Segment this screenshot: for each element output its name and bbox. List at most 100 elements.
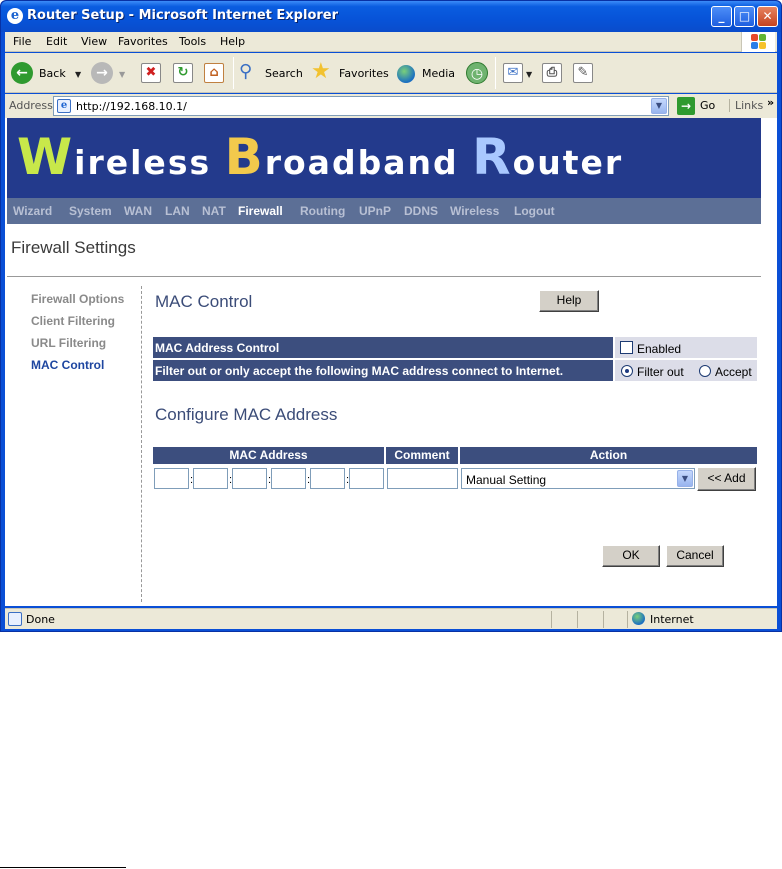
- page-done-icon: [8, 612, 22, 626]
- cancel-button[interactable]: Cancel: [666, 545, 724, 567]
- links-label[interactable]: Links: [729, 99, 763, 112]
- nav-routing[interactable]: Routing: [300, 204, 345, 218]
- stop-icon[interactable]: ✖: [141, 63, 161, 83]
- minimize-button[interactable]: _: [711, 6, 732, 27]
- status-bar: Done Internet: [5, 608, 777, 629]
- mail-icon[interactable]: ✉: [503, 63, 523, 83]
- back-label: Back: [39, 67, 66, 80]
- toolbar-separator: [233, 57, 234, 89]
- links-chevron-icon[interactable]: »: [767, 96, 774, 109]
- close-button[interactable]: ✕: [757, 6, 778, 27]
- go-button[interactable]: → Go: [677, 97, 727, 115]
- sidebar-item-firewall-options[interactable]: Firewall Options: [31, 292, 124, 306]
- menu-bar: File Edit View Favorites Tools Help: [5, 32, 777, 52]
- nav-firewall[interactable]: Firewall: [238, 204, 283, 218]
- print-icon[interactable]: ⎙: [542, 63, 562, 83]
- ie-icon: e: [7, 8, 23, 24]
- ok-button[interactable]: OK: [602, 545, 660, 567]
- nav-wizard[interactable]: Wizard: [13, 204, 52, 218]
- mac-octet-1-input[interactable]: [154, 468, 189, 489]
- media-button[interactable]: Media: [397, 61, 455, 85]
- action-select[interactable]: Manual Setting ▼: [461, 468, 695, 489]
- address-input[interactable]: e http://192.168.10.1/ ▼: [53, 96, 669, 116]
- menu-tools[interactable]: Tools: [179, 35, 206, 48]
- router-logo-text: Wireless Broadband Router: [17, 132, 623, 182]
- internet-zone-icon: [632, 612, 645, 625]
- banner-word-3: Router: [472, 128, 624, 186]
- address-label: Address: [9, 99, 53, 112]
- configure-mac-title: Configure MAC Address: [155, 405, 338, 424]
- mail-dropdown-icon[interactable]: ▼: [526, 70, 532, 79]
- address-dropdown-icon[interactable]: ▼: [651, 98, 667, 114]
- nav-system[interactable]: System: [69, 204, 112, 218]
- nav-wan[interactable]: WAN: [124, 204, 152, 218]
- history-icon[interactable]: ◷: [466, 62, 488, 84]
- menu-view[interactable]: View: [81, 35, 107, 48]
- mac-octet-4-input[interactable]: [271, 468, 306, 489]
- filter-mode-label: Filter out or only accept the following …: [153, 360, 613, 381]
- banner-word-1: Wireless: [17, 128, 212, 186]
- action-select-value: Manual Setting: [466, 473, 547, 487]
- nav-logout[interactable]: Logout: [514, 204, 555, 218]
- back-dropdown-icon[interactable]: ▼: [75, 70, 81, 79]
- status-cell: [603, 611, 627, 628]
- maximize-button[interactable]: □: [734, 6, 755, 27]
- mac-control-enable-cell: Enabled: [615, 337, 757, 358]
- search-label: Search: [265, 67, 303, 80]
- top-nav: Wizard System WAN LAN NAT Firewall Routi…: [7, 198, 761, 224]
- col-mac-address: MAC Address: [153, 447, 384, 464]
- forward-dropdown-icon[interactable]: ▼: [119, 70, 125, 79]
- media-globe-icon: [397, 65, 415, 83]
- select-dropdown-icon[interactable]: ▼: [677, 470, 693, 487]
- menu-file[interactable]: File: [13, 35, 31, 48]
- zone-cell: Internet: [627, 611, 761, 628]
- title-bar[interactable]: e Router Setup - Microsoft Internet Expl…: [1, 1, 781, 32]
- nav-nat[interactable]: NAT: [202, 204, 226, 218]
- sidebar-item-mac-control[interactable]: MAC Control: [31, 358, 104, 372]
- ie-window: e Router Setup - Microsoft Internet Expl…: [0, 0, 782, 632]
- windows-logo: [741, 32, 775, 52]
- page-title: Firewall Settings: [11, 238, 136, 257]
- refresh-icon[interactable]: ↻: [173, 63, 193, 83]
- status-cell: [551, 611, 577, 628]
- mac-octet-3-input[interactable]: [232, 468, 267, 489]
- nav-wireless[interactable]: Wireless: [450, 204, 499, 218]
- comment-input[interactable]: [387, 468, 458, 489]
- sidebar-item-client-filtering[interactable]: Client Filtering: [31, 314, 115, 328]
- accept-radio[interactable]: [699, 365, 711, 377]
- page-viewport: Wireless Broadband Router Wizard System …: [5, 118, 777, 606]
- router-banner: Wireless Broadband Router: [7, 118, 761, 198]
- search-button[interactable]: ⚲ Search: [239, 61, 305, 85]
- help-button[interactable]: Help: [539, 290, 599, 312]
- window-title: Router Setup - Microsoft Internet Explor…: [27, 8, 339, 23]
- filter-out-radio[interactable]: [621, 365, 633, 377]
- mac-octet-6-input[interactable]: [349, 468, 384, 489]
- sidebar-item-url-filtering[interactable]: URL Filtering: [31, 336, 106, 350]
- add-button[interactable]: << Add: [697, 467, 756, 491]
- go-label: Go: [700, 99, 716, 112]
- mac-octet-2-input[interactable]: [193, 468, 228, 489]
- back-arrow-icon: ←: [11, 62, 33, 84]
- back-button[interactable]: ← Back ▼: [11, 61, 86, 85]
- enabled-checkbox[interactable]: [620, 341, 633, 354]
- address-url[interactable]: http://192.168.10.1/: [76, 100, 187, 113]
- menu-help[interactable]: Help: [220, 35, 245, 48]
- nav-lan[interactable]: LAN: [165, 204, 190, 218]
- standard-toolbar: ← Back ▼ → ▼ ✖ ↻ ⌂ ⚲ Search ★ Favorites …: [5, 53, 777, 93]
- col-comment: Comment: [386, 447, 458, 464]
- forward-button[interactable]: → ▼: [91, 61, 131, 85]
- title-divider: [7, 276, 761, 277]
- menu-edit[interactable]: Edit: [46, 35, 67, 48]
- filter-mode-cell: Filter out Accept: [615, 360, 757, 381]
- nav-ddns[interactable]: DDNS: [404, 204, 438, 218]
- mac-octet-5-input[interactable]: [310, 468, 345, 489]
- filter-out-label: Filter out: [637, 365, 684, 379]
- edit-icon[interactable]: ✎: [573, 63, 593, 83]
- status-cell: [577, 611, 603, 628]
- nav-upnp[interactable]: UPnP: [359, 204, 391, 218]
- menu-favorites[interactable]: Favorites: [118, 35, 168, 48]
- mac-address-control-row: MAC Address Control Enabled: [153, 337, 757, 358]
- col-action: Action: [460, 447, 757, 464]
- home-icon[interactable]: ⌂: [204, 63, 224, 83]
- favorites-button[interactable]: ★ Favorites: [311, 59, 391, 85]
